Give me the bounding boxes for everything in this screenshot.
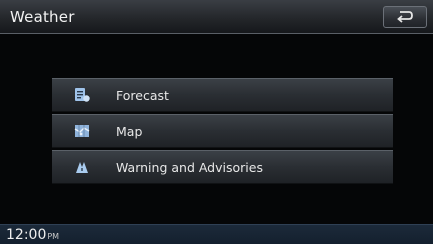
- menu-item-forecast[interactable]: Forecast: [52, 78, 393, 112]
- clock: 12:00PM: [6, 227, 59, 243]
- header-bar: Weather: [0, 0, 433, 34]
- menu-item-map[interactable]: Map: [52, 114, 393, 148]
- weather-screen: Weather Forecast Map Warning and Advisor…: [0, 0, 433, 244]
- status-bar: 12:00PM: [0, 224, 433, 244]
- menu-item-label: Forecast: [116, 87, 169, 103]
- menu-item-warnings[interactable]: Warning and Advisories: [52, 150, 393, 184]
- page-title: Weather: [10, 8, 75, 26]
- forecast-icon: [52, 78, 112, 112]
- menu-item-label: Warning and Advisories: [116, 159, 263, 175]
- back-button[interactable]: [383, 6, 427, 28]
- menu-item-label: Map: [116, 123, 143, 139]
- warning-icon: [52, 150, 112, 184]
- clock-ampm: PM: [47, 232, 60, 241]
- clock-time: 12:00: [6, 227, 47, 243]
- map-icon: [52, 114, 112, 148]
- back-arrow-icon: [396, 8, 414, 27]
